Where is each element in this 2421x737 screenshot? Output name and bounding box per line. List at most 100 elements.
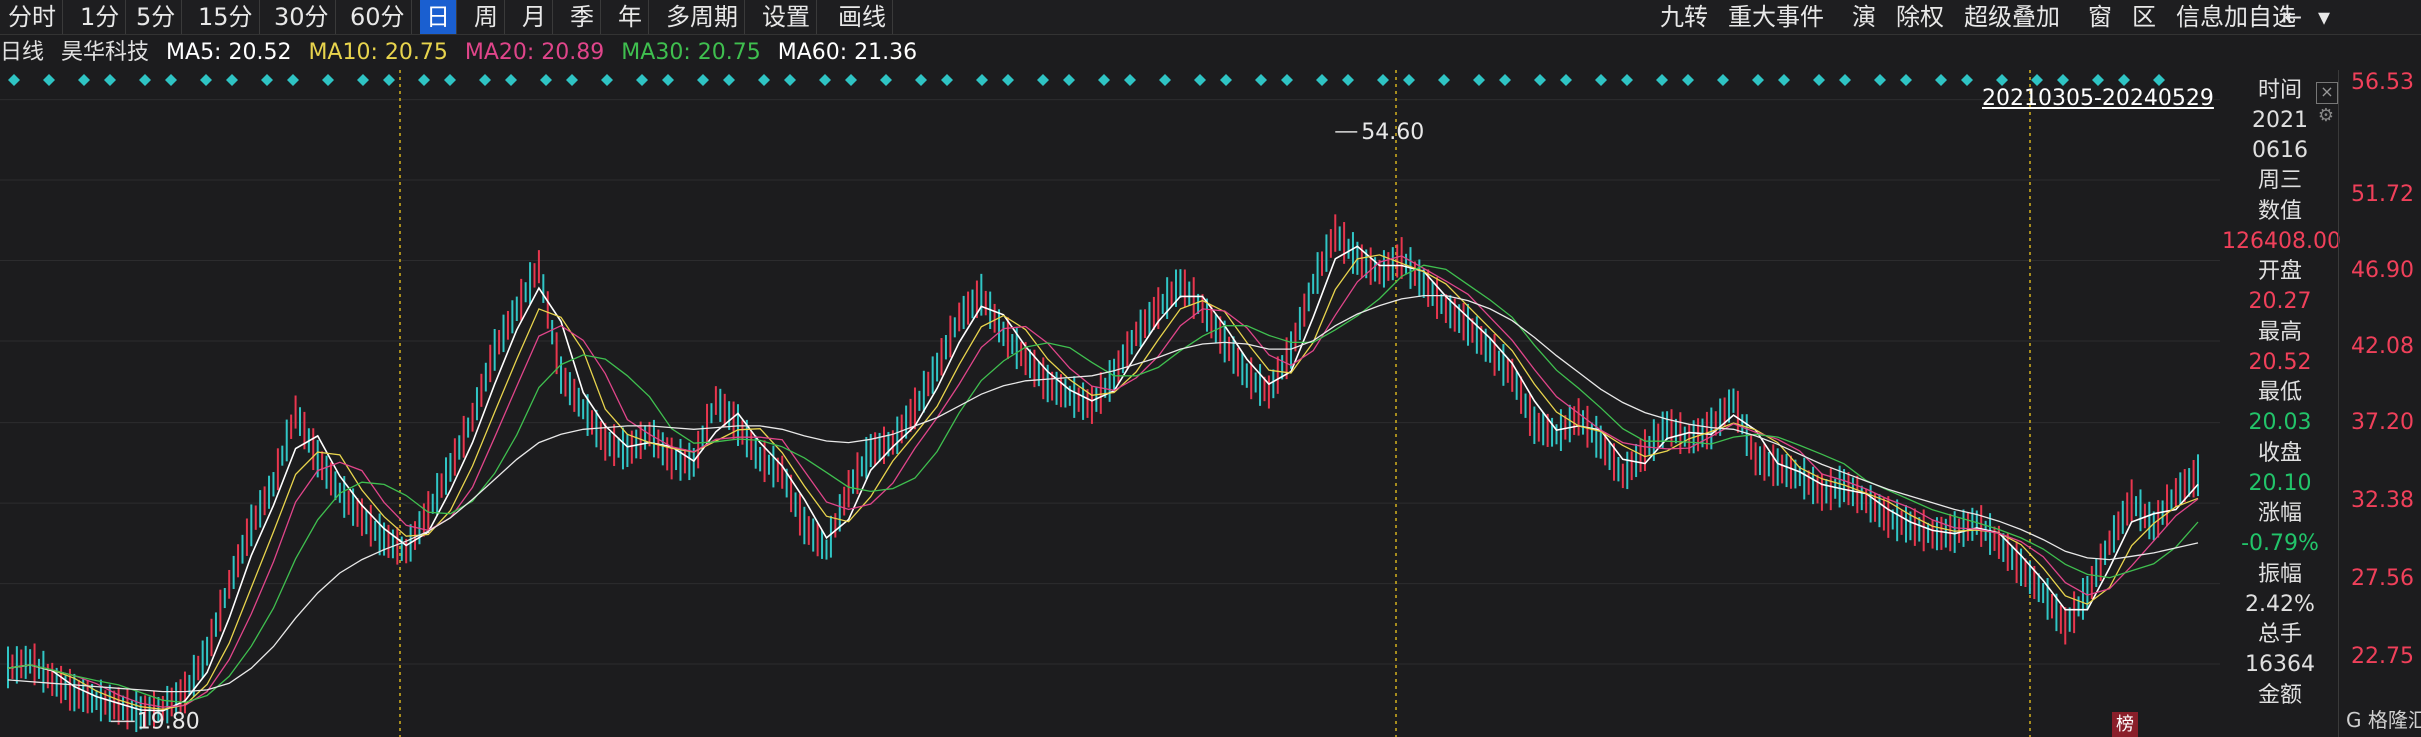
signal-marker (784, 74, 796, 86)
signal-marker (1534, 74, 1546, 86)
signal-marker (1621, 74, 1633, 86)
signal-marker (200, 74, 212, 86)
signal-marker (662, 74, 674, 86)
signal-marker (697, 74, 709, 86)
ranking-icon[interactable]: 榜 (2112, 712, 2138, 737)
y-tick-label: 27.56 (2351, 566, 2414, 591)
signal-marker (1473, 74, 1485, 86)
signal-marker (1996, 74, 2008, 86)
signal-marker (1595, 74, 1607, 86)
tool-4[interactable]: 超级叠加 (1964, 0, 2060, 34)
tool-2[interactable]: 演 (1852, 0, 1876, 34)
ma5-line (7, 245, 2199, 712)
high-annotation: 54.60 (1361, 120, 1424, 145)
y-tick-label: 42.08 (2351, 334, 2414, 359)
signal-marker (1839, 74, 1851, 86)
y-tick-label: 56.53 (2351, 70, 2414, 95)
signal-marker (2153, 74, 2165, 86)
info-label: 最高 (2257, 319, 2302, 345)
tab-2[interactable]: 5分 (130, 0, 183, 34)
signal-marker (1124, 74, 1136, 86)
signal-marker (915, 74, 927, 86)
signal-marker (566, 74, 578, 86)
signal-marker (601, 74, 613, 86)
info-label: 时间 (2257, 78, 2302, 103)
signal-marker (1499, 74, 1511, 86)
tab-5[interactable]: 60分 (344, 0, 412, 34)
tab-11[interactable]: 多周期 (660, 0, 745, 34)
signal-marker (1403, 74, 1415, 86)
signal-marker (1316, 74, 1328, 86)
signal-marker (78, 74, 90, 86)
signal-marker (976, 74, 988, 86)
collapse-icon[interactable]: ⇤ (2282, 0, 2302, 34)
info-value: 20.10 (2248, 470, 2312, 496)
info-panel: 时间 2021 0616 周三 数值 126408.00 开盘 20.27 最高 20.52 最低 2… (2222, 76, 2341, 737)
tab-8[interactable]: 月 (516, 0, 553, 34)
signal-marker (8, 74, 20, 86)
signal-marker (1682, 74, 1694, 86)
tab-1[interactable]: 1分 (74, 0, 127, 34)
tab-10[interactable]: 年 (612, 0, 649, 34)
info-label: 数值 (2257, 198, 2302, 224)
signal-marker (636, 74, 648, 86)
info-value: 126408.00 (2222, 228, 2341, 254)
signal-marker (880, 74, 892, 86)
tab-4[interactable]: 30分 (268, 0, 336, 34)
y-tick-label: 46.90 (2351, 258, 2414, 283)
tab-3[interactable]: 15分 (192, 0, 260, 34)
info-label: 振幅 (2257, 561, 2302, 587)
signal-marker (941, 74, 953, 86)
info-value: 2021 (2252, 108, 2308, 133)
tab-9[interactable]: 季 (564, 0, 601, 34)
tab-7[interactable]: 周 (468, 0, 505, 34)
signal-marker (1813, 74, 1825, 86)
signal-marker (165, 74, 177, 86)
signal-marker (1560, 74, 1572, 86)
signal-marker (139, 74, 151, 86)
y-tick-label: 32.38 (2351, 488, 2414, 513)
tool-3[interactable]: 除权 (1896, 0, 1944, 34)
signal-marker (1098, 74, 1110, 86)
signal-marker (2118, 74, 2130, 86)
signal-marker (819, 74, 831, 86)
date-range-link[interactable]: 20210305-20240529 (1982, 86, 2222, 111)
signal-marker (322, 74, 334, 86)
signal-marker (1752, 74, 1764, 86)
signal-marker (1900, 74, 1912, 86)
signal-marker (1656, 74, 1668, 86)
signal-marker (2057, 74, 2069, 86)
signal-marker (43, 74, 55, 86)
signal-marker (104, 74, 116, 86)
tool-7[interactable]: 信息加自选 (2176, 0, 2296, 34)
stock-name: 昊华科技 (61, 40, 150, 65)
ma20-value: MA20: 20.89 (464, 40, 605, 65)
signal-marker (1935, 74, 1947, 86)
signal-marker (758, 74, 770, 86)
tool-0[interactable]: 九转 (1660, 0, 1708, 34)
tool-5[interactable]: 窗 (2088, 0, 2112, 34)
brand-logo: G 格隆汇 (2346, 708, 2421, 732)
y-tick-label: 37.20 (2351, 410, 2414, 435)
info-label: 总手 (2257, 622, 2302, 647)
tool-1[interactable]: 重大事件 (1728, 0, 1824, 34)
tab-12[interactable]: 设置 (756, 0, 817, 34)
signal-marker (1438, 74, 1450, 86)
chevron-down-icon[interactable]: ▾ (2318, 0, 2330, 34)
ma60-line (7, 294, 2199, 693)
signal-marker (2031, 74, 2043, 86)
signal-marker (1874, 74, 1886, 86)
low-annotation: 19.80 (137, 709, 200, 734)
price-axis: 56.53 51.72 46.90 42.08 37.20 32.38 27.56 22.75 (2338, 70, 2421, 737)
signal-marker (418, 74, 430, 86)
info-label: 金额 (2257, 682, 2302, 708)
info-value: 20.27 (2248, 289, 2312, 314)
tool-6[interactable]: 区 (2132, 0, 2156, 34)
tab-6[interactable]: 日 (420, 0, 457, 34)
tab-13[interactable]: 画线 (832, 0, 893, 34)
signal-marker (1717, 74, 1729, 86)
tab-0[interactable]: 分时 (2, 0, 63, 34)
kline-chart[interactable]: 54.60 19.80 (0, 70, 2220, 737)
info-label: 收盘 (2257, 440, 2302, 466)
signal-marker (444, 74, 456, 86)
